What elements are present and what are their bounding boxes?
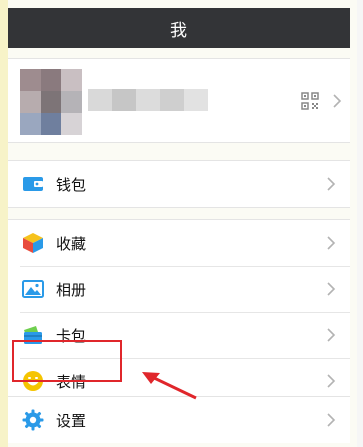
menu-label-wallet: 钱包 [56, 176, 87, 194]
wallet-group: 钱包 [8, 160, 350, 208]
left-border [0, 0, 8, 447]
chevron-right-icon [327, 328, 336, 342]
chevron-right-icon [333, 94, 342, 108]
menu-label-album: 相册 [56, 281, 87, 299]
cube-icon [23, 233, 43, 253]
chevron-right-icon [327, 236, 336, 250]
menu-item-settings[interactable]: 设置 [8, 397, 350, 443]
gear-icon [22, 409, 44, 431]
menu-label-favorites: 收藏 [56, 235, 87, 253]
chevron-right-icon [327, 413, 336, 427]
page-title: 我 [170, 20, 188, 41]
profile-name-blurred [88, 89, 208, 111]
wallet-icon [23, 177, 43, 191]
menu-item-album[interactable]: 相册 [8, 266, 350, 312]
photo-icon [22, 280, 44, 298]
menu-item-favorites[interactable]: 收藏 [8, 220, 350, 266]
title-bar: 我 [8, 8, 350, 48]
chevron-right-icon [327, 282, 336, 296]
menu-item-wallet[interactable]: 钱包 [8, 161, 350, 207]
profile-card[interactable] [8, 58, 350, 143]
chevron-right-icon [327, 177, 336, 191]
menu-label-settings: 设置 [56, 412, 87, 430]
right-border [357, 0, 363, 447]
qr-code-icon[interactable] [301, 92, 319, 110]
highlight-box [12, 340, 122, 382]
arrow-annotation [142, 372, 197, 400]
avatar[interactable] [20, 69, 82, 135]
chevron-right-icon [327, 374, 336, 388]
settings-group: 设置 [8, 396, 350, 443]
